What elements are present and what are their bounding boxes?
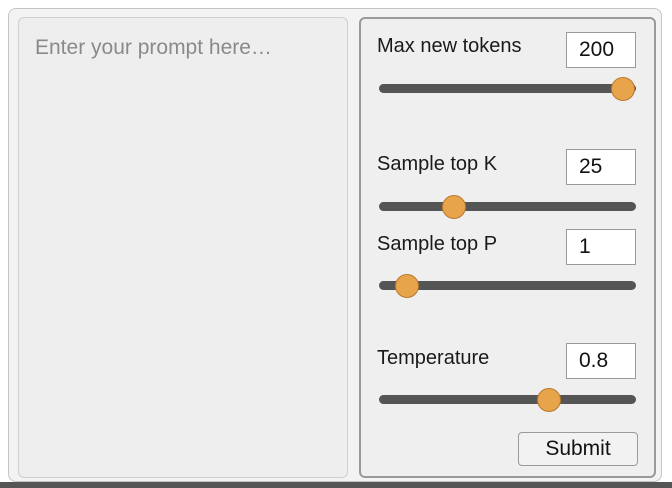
temperature-input[interactable] [566,343,636,379]
max-new-tokens-label: Max new tokens [377,35,522,57]
top-p-slider[interactable] [379,273,636,298]
temperature-slider-thumb[interactable] [536,387,561,412]
submit-button[interactable]: Submit [518,432,638,466]
bottom-bar [0,482,672,488]
controls-panel: Max new tokens Sample top K Sample top P… [359,17,656,478]
prompt-textarea[interactable] [18,17,348,478]
temperature-slider[interactable] [379,387,636,412]
temperature-label: Temperature [377,347,490,369]
top-k-input[interactable] [566,149,636,185]
max-new-tokens-input[interactable] [566,32,636,68]
max-new-tokens-slider-thumb[interactable] [611,76,636,101]
top-k-slider-thumb[interactable] [441,194,466,219]
top-p-input[interactable] [566,229,636,265]
top-k-slider[interactable] [379,194,636,219]
max-new-tokens-slider[interactable] [379,76,636,101]
top-k-label: Sample top K [377,153,498,175]
top-p-slider-thumb[interactable] [395,273,420,298]
top-p-label: Sample top P [377,233,498,255]
